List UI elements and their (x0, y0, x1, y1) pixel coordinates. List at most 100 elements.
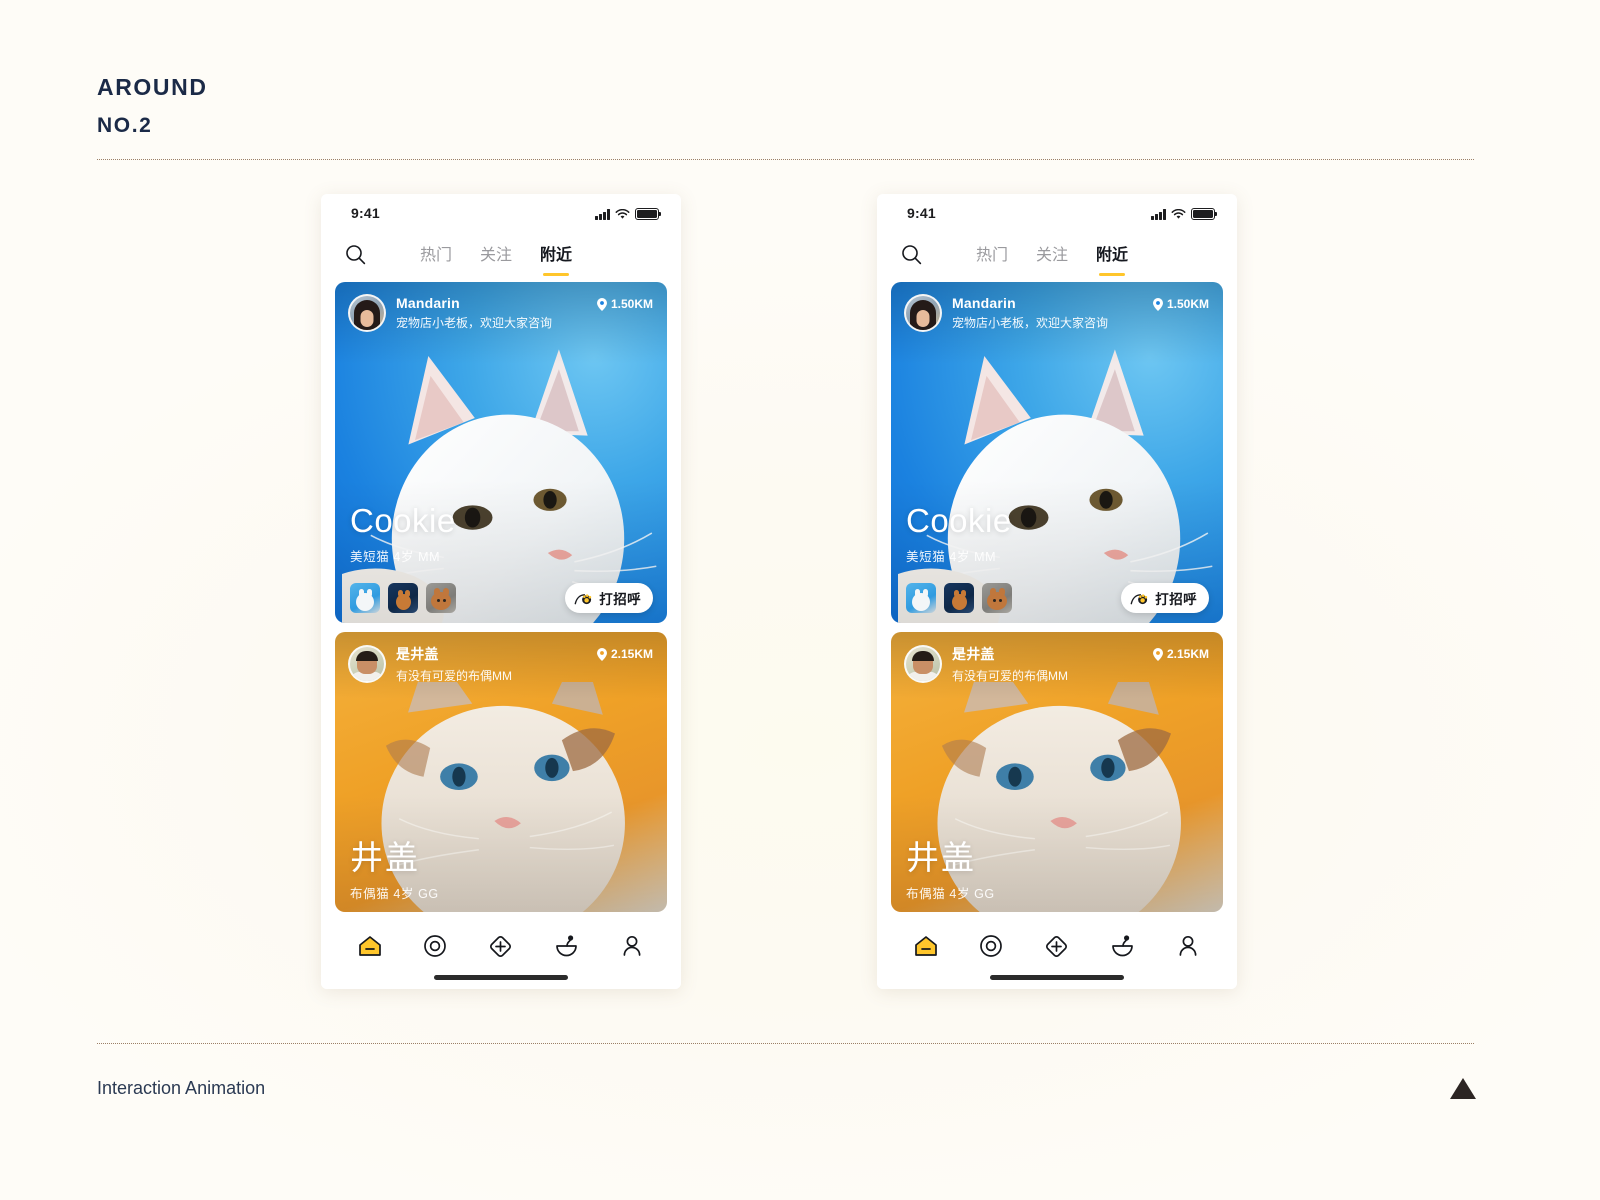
tab-hot[interactable]: 热门 (976, 241, 1008, 267)
pet-card-jinggai[interactable]: 是井盖 有没有可爱的布偶MM 2.15KM 井盖 布偶猫 4岁 GG (335, 632, 667, 912)
tab-add[interactable] (1035, 930, 1079, 962)
battery-full-icon (635, 208, 662, 220)
pet-card-cookie[interactable]: Mandarin 宠物店小老板，欢迎大家咨询 1.50KM Cookie 美短猫… (335, 282, 667, 623)
tab-hot[interactable]: 热门 (420, 241, 452, 267)
say-hello-label: 打招呼 (599, 592, 641, 607)
avatar-face (916, 310, 930, 327)
card-user-text: 是井盖 有没有可爱的布偶MM (952, 644, 1153, 684)
tab-add[interactable] (479, 930, 523, 962)
tab-nearby[interactable]: 附近 (1096, 241, 1129, 276)
card-user-name: 是井盖 (952, 646, 995, 662)
home-indicator (434, 975, 568, 980)
tab-profile[interactable] (610, 930, 654, 962)
brand-line-2: NO.2 (97, 114, 153, 137)
white-cat-thumb[interactable] (906, 583, 936, 613)
location-pin-icon (1152, 297, 1163, 311)
paw-wave-icon (1130, 593, 1148, 604)
card-user-name: 是井盖 (396, 646, 439, 662)
tab-food[interactable] (545, 930, 589, 962)
food-bowl-icon (1112, 935, 1133, 957)
tab-following[interactable]: 关注 (480, 241, 512, 267)
brand-title: AROUND NO.2 (97, 74, 208, 138)
feed-tabs: 热门 关注 附近 (976, 241, 1129, 276)
pet-card-jinggai[interactable]: 是井盖 有没有可爱的布偶MM 2.15KM 井盖 布偶猫 4岁 GG (891, 632, 1223, 912)
tab-nearby[interactable]: 附近 (540, 241, 573, 276)
search-icon[interactable] (345, 244, 366, 265)
pet-meta: 布偶猫 4岁 GG (906, 887, 995, 901)
avatar[interactable] (348, 645, 386, 683)
cellular-signal-icon (1151, 209, 1166, 220)
say-hello-label: 打招呼 (1155, 592, 1197, 607)
wifi-icon (1171, 209, 1186, 219)
avatar[interactable] (904, 294, 942, 332)
card-user-text: Mandarin 宠物店小老板，欢迎大家咨询 (396, 295, 597, 331)
tabby-cat-thumb[interactable] (426, 583, 456, 613)
discover-circle-icon (424, 935, 447, 957)
tab-hot-label: 热门 (976, 247, 1009, 264)
search-icon[interactable] (901, 244, 922, 265)
card-distance-label: 2.15KM (610, 647, 653, 661)
orange-cat-thumb[interactable] (388, 583, 418, 613)
pet-thumbnail-strip (906, 583, 1012, 613)
avatar[interactable] (904, 645, 942, 683)
tab-nearby-label: 附近 (1096, 247, 1129, 264)
food-bowl-icon (556, 935, 577, 957)
card-user-header[interactable]: 是井盖 有没有可爱的布偶MM 2.15KM (891, 632, 1223, 684)
tab-profile[interactable] (1166, 930, 1210, 962)
tab-food[interactable] (1101, 930, 1145, 962)
tab-nearby-label: 附近 (540, 247, 573, 264)
profile-person-icon (623, 935, 641, 956)
card-user-text: 是井盖 有没有可爱的布偶MM (396, 644, 597, 684)
avatar-hair (356, 651, 378, 661)
pet-info-block: Cookie 美短猫 4岁 MM (906, 504, 1012, 565)
status-time: 9:41 (351, 205, 380, 221)
card-user-bio: 宠物店小老板，欢迎大家咨询 (952, 316, 1109, 330)
pet-card-cookie[interactable]: Mandarin 宠物店小老板，欢迎大家咨询 1.50KM Cookie 美短猫… (891, 282, 1223, 623)
card-overlay-gradient (335, 282, 667, 623)
card-overlay-gradient (891, 282, 1223, 623)
tab-home[interactable] (348, 930, 392, 962)
avatar[interactable] (348, 294, 386, 332)
card-distance-label: 1.50KM (1166, 297, 1209, 311)
tab-discover[interactable] (969, 930, 1013, 962)
tab-home[interactable] (904, 930, 948, 962)
tab-active-underline (543, 272, 570, 276)
home-indicator (990, 975, 1124, 980)
phone-mockup-right: 9:41 热门 关注 附近 Mandarin 宠物店小老板，欢迎大家咨询 1.5… (877, 194, 1237, 989)
divider-bottom (97, 1043, 1474, 1044)
top-nav-bar: 热门 关注 附近 (877, 232, 1237, 276)
card-distance: 1.50KM (596, 297, 653, 311)
avatar-hair (912, 651, 934, 661)
pet-name: 井盖 (350, 839, 420, 876)
status-bar: 9:41 (877, 194, 1237, 232)
divider-top (97, 159, 1474, 160)
tab-following[interactable]: 关注 (1036, 241, 1068, 267)
white-cat-thumb[interactable] (350, 583, 380, 613)
card-user-header[interactable]: 是井盖 有没有可爱的布偶MM 2.15KM (335, 632, 667, 684)
wifi-icon (615, 209, 630, 219)
card-distance: 2.15KM (596, 647, 653, 661)
feed-list: Mandarin 宠物店小老板，欢迎大家咨询 1.50KM Cookie 美短猫… (321, 276, 681, 912)
card-user-header[interactable]: Mandarin 宠物店小老板，欢迎大家咨询 1.50KM (335, 282, 667, 332)
card-distance: 1.50KM (1152, 297, 1209, 311)
footer-caption: Interaction Animation (97, 1078, 266, 1098)
say-hello-button[interactable]: 打招呼 (565, 583, 653, 613)
triangle-up-icon (1450, 1078, 1476, 1099)
card-user-header[interactable]: Mandarin 宠物店小老板，欢迎大家咨询 1.50KM (891, 282, 1223, 332)
card-user-text: Mandarin 宠物店小老板，欢迎大家咨询 (952, 295, 1153, 331)
feed-list: Mandarin 宠物店小老板，欢迎大家咨询 1.50KM Cookie 美短猫… (877, 276, 1237, 912)
status-time: 9:41 (907, 205, 936, 221)
avatar-face (360, 310, 374, 327)
orange-cat-thumb[interactable] (944, 583, 974, 613)
pet-name: Cookie (350, 502, 456, 539)
tabby-cat-thumb[interactable] (982, 583, 1012, 613)
home-icon (914, 936, 937, 956)
pet-meta: 美短猫 4岁 MM (906, 550, 997, 564)
tab-hot-label: 热门 (420, 247, 453, 264)
say-hello-button[interactable]: 打招呼 (1121, 583, 1209, 613)
pet-info-block: Cookie 美短猫 4岁 MM (350, 504, 456, 565)
tab-discover[interactable] (413, 930, 457, 962)
location-pin-icon (1152, 647, 1163, 661)
card-user-name: Mandarin (952, 295, 1016, 311)
card-distance-label: 2.15KM (1166, 647, 1209, 661)
